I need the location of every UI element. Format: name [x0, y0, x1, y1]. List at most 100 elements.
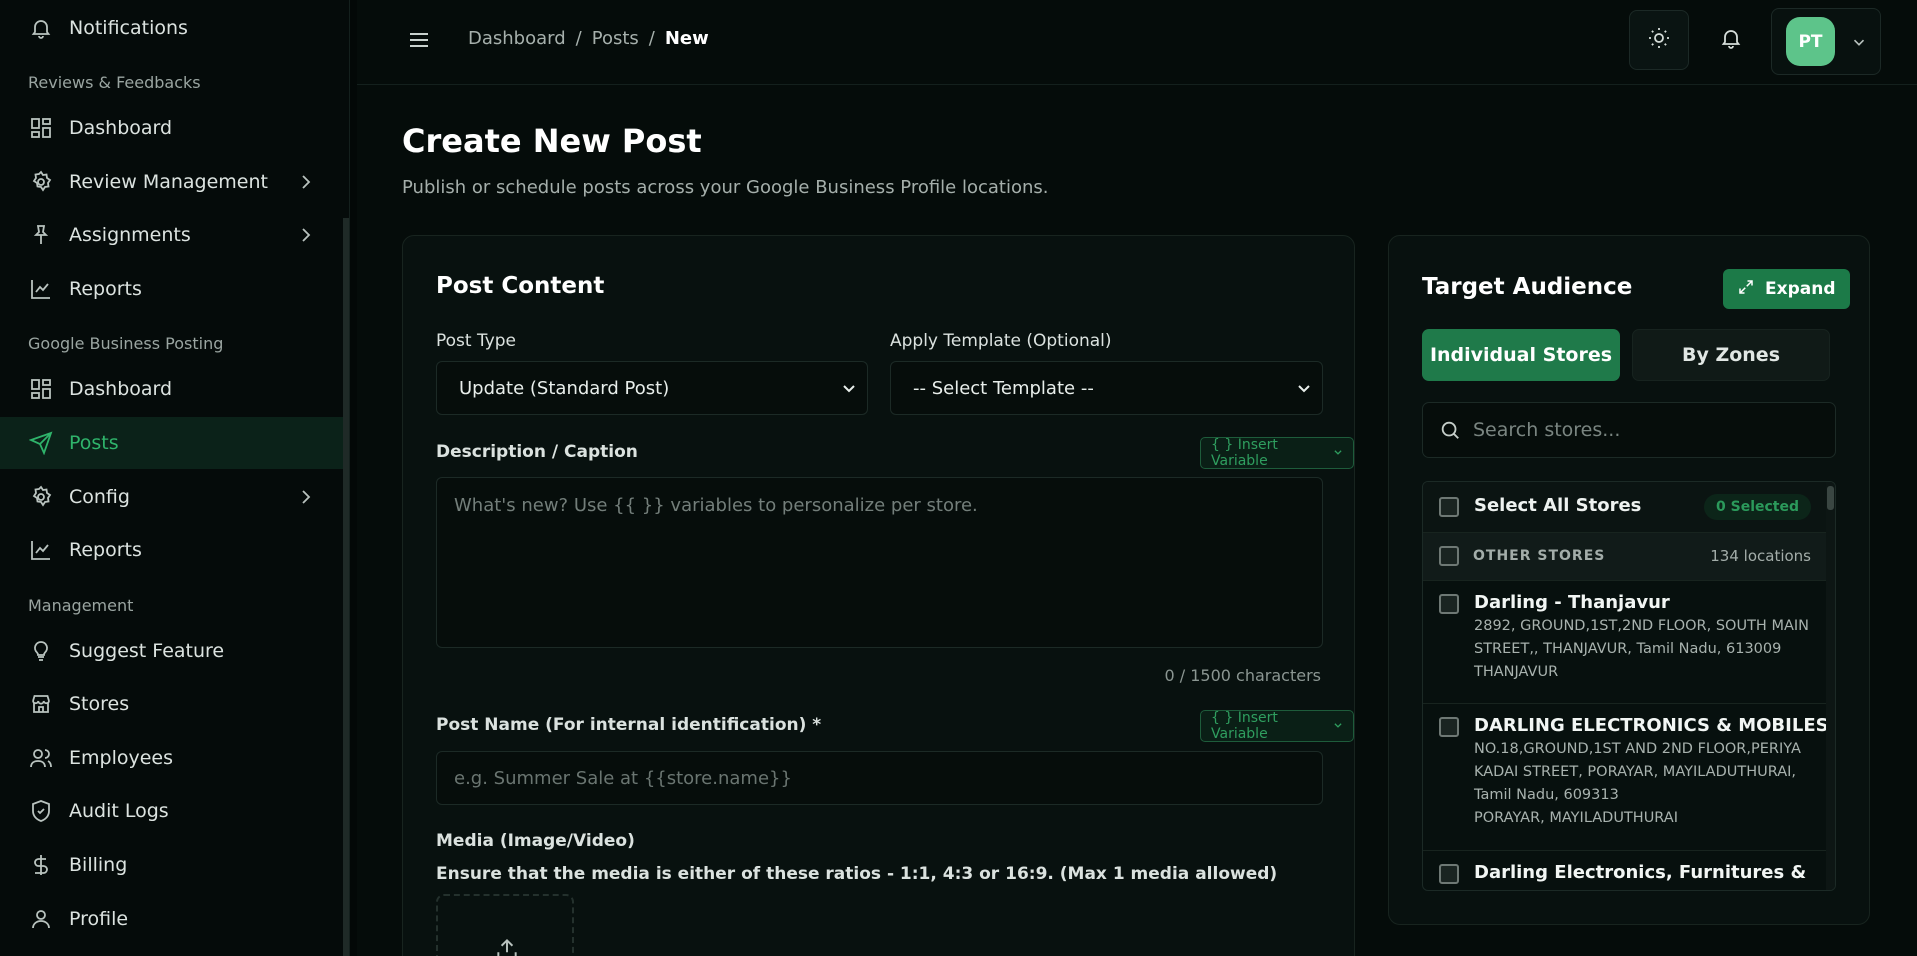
chart-icon [28, 537, 54, 563]
bell-icon [1719, 26, 1743, 54]
chevron-down-icon [841, 380, 857, 396]
section-label-management: Management [28, 596, 134, 615]
post-content-title: Post Content [436, 273, 605, 299]
avatar: PT [1786, 17, 1835, 66]
expand-label: Expand [1765, 279, 1836, 299]
insert-variable-label: { } Insert Variable [1211, 437, 1278, 469]
insert-variable-label: { } Insert Variable [1211, 710, 1278, 742]
sidebar-item-profile[interactable]: Profile [0, 893, 349, 945]
bell-icon [28, 15, 54, 41]
selected-count-badge: 0 Selected [1704, 494, 1811, 520]
gear-icon [28, 169, 54, 195]
group-checkbox[interactable] [1439, 546, 1459, 566]
sidebar-item-label: Billing [69, 854, 128, 876]
store-list-item[interactable]: Darling - Thanjavur 2892, GROUND,1ST,2ND… [1423, 581, 1835, 703]
lightbulb-icon [28, 638, 54, 664]
search-icon [1439, 419, 1461, 441]
sidebar-item-label: Employees [69, 747, 173, 769]
sidebar-item-audit-logs[interactable]: Audit Logs [0, 785, 349, 837]
template-label: Apply Template (Optional) [890, 331, 1112, 351]
chevron-right-icon [296, 225, 316, 245]
store-address-line: STREET,, THANJAVUR, Tamil Nadu, 613009 [1474, 641, 1782, 657]
sidebar-item-reports-google[interactable]: Reports [0, 524, 349, 576]
template-value: -- Select Template -- [913, 377, 1094, 399]
sidebar-item-stores[interactable]: Stores [0, 678, 349, 730]
chevron-down-icon [1296, 380, 1312, 396]
sidebar-item-dashboard-google[interactable]: Dashboard [0, 363, 349, 415]
sidebar-item-notifications[interactable]: Notifications [0, 2, 349, 54]
breadcrumb: Dashboard / Posts / New [468, 28, 709, 49]
hamburger-menu-icon[interactable] [407, 28, 431, 52]
store-search-input[interactable]: Search stores... [1422, 402, 1836, 458]
post-type-select[interactable]: Update (Standard Post) [436, 361, 868, 415]
scrollbar-thumb[interactable] [1827, 486, 1834, 510]
insert-variable-button[interactable]: { } Insert Variable [1200, 437, 1354, 469]
sidebar-item-review-management[interactable]: Review Management [0, 156, 349, 208]
store-name: Darling - Thanjavur [1474, 592, 1670, 613]
sidebar-scrollbar[interactable] [343, 218, 349, 956]
store-info: DARLING ELECTRONICS & MOBILES NO.18,GROU… [1474, 715, 1829, 830]
sidebar-item-config[interactable]: Config [0, 471, 349, 523]
sidebar-item-employees[interactable]: Employees [0, 732, 349, 784]
tab-individual-stores[interactable]: Individual Stores [1422, 329, 1620, 381]
store-list-item[interactable]: Darling Electronics, Furnitures & [1423, 851, 1835, 890]
users-icon [28, 745, 54, 771]
store-address: 2892, GROUND,1ST,2ND FLOOR, SOUTH MAIN S… [1474, 615, 1809, 684]
expand-button[interactable]: Expand [1723, 269, 1850, 309]
post-name-input[interactable]: e.g. Summer Sale at {{store.name}} [436, 751, 1323, 805]
sidebar-item-label: Config [69, 486, 130, 508]
sidebar: Notifications Reviews & Feedbacks Dashbo… [0, 0, 350, 956]
breadcrumb-dashboard[interactable]: Dashboard [468, 28, 566, 49]
store-checkbox[interactable] [1439, 864, 1459, 884]
chevron-down-icon [1333, 718, 1343, 734]
description-label: Description / Caption [436, 442, 638, 462]
theme-toggle-button[interactable] [1629, 10, 1689, 70]
sidebar-item-dashboard-reviews[interactable]: Dashboard [0, 102, 349, 154]
template-select[interactable]: -- Select Template -- [890, 361, 1323, 415]
sidebar-item-suggest-feature[interactable]: Suggest Feature [0, 625, 349, 677]
user-menu-button[interactable]: PT [1771, 8, 1881, 75]
chevron-right-icon [296, 487, 316, 507]
post-name-label: Post Name (For internal identification) … [436, 715, 822, 735]
sidebar-item-label: Profile [69, 908, 129, 930]
dollar-icon [28, 852, 54, 878]
store-address-line: KADAI STREET, PORAYAR, MAYILADUTHURAI, [1474, 764, 1797, 780]
store-checkbox[interactable] [1439, 594, 1459, 614]
select-all-checkbox[interactable] [1439, 497, 1459, 517]
group-header-row[interactable]: OTHER STORES 134 locations [1423, 533, 1835, 580]
store-list-item[interactable]: DARLING ELECTRONICS & MOBILES NO.18,GROU… [1423, 704, 1835, 850]
insert-variable-button[interactable]: { } Insert Variable [1200, 710, 1354, 742]
sidebar-item-label: Audit Logs [69, 800, 169, 822]
tab-by-zones[interactable]: By Zones [1632, 329, 1830, 381]
sidebar-item-label: Dashboard [69, 378, 173, 400]
sidebar-item-assignments[interactable]: Assignments [0, 209, 349, 261]
notifications-button[interactable] [1713, 22, 1749, 58]
search-placeholder: Search stores... [1473, 419, 1621, 441]
breadcrumb-posts[interactable]: Posts [592, 28, 639, 49]
sidebar-item-posts[interactable]: Posts [0, 417, 349, 469]
sidebar-item-label: Reports [69, 539, 142, 561]
page-title: Create New Post [402, 122, 702, 160]
app-root: Notifications Reviews & Feedbacks Dashbo… [0, 0, 1917, 956]
breadcrumb-current: New [664, 28, 709, 49]
select-all-row[interactable]: Select All Stores 0 Selected [1423, 482, 1835, 532]
media-hint: Ensure that the media is either of these… [436, 864, 1278, 884]
description-textarea[interactable]: What's new? Use {{ }} variables to perso… [436, 477, 1323, 648]
sidebar-item-billing[interactable]: Billing [0, 839, 349, 891]
sidebar-item-reports-reviews[interactable]: Reports [0, 263, 349, 315]
store-info: Darling - Thanjavur 2892, GROUND,1ST,2ND… [1474, 592, 1809, 684]
store-list: Select All Stores 0 Selected OTHER STORE… [1422, 481, 1836, 891]
store-address-line: PORAYAR, MAYILADUTHURAI [1474, 810, 1678, 826]
select-all-label: Select All Stores [1474, 495, 1642, 516]
sidebar-item-label: Suggest Feature [69, 640, 225, 662]
breadcrumb-separator: / [648, 28, 655, 49]
section-label-google: Google Business Posting [28, 334, 224, 353]
chevron-down-icon [1333, 445, 1343, 461]
dashboard-icon [28, 376, 54, 402]
store-checkbox[interactable] [1439, 717, 1459, 737]
char-counter: 0 / 1500 characters [1164, 666, 1322, 685]
sidebar-item-label: Reports [69, 278, 142, 300]
media-upload-dropzone[interactable] [436, 894, 574, 956]
gear-icon [28, 484, 54, 510]
store-list-scrollbar[interactable] [1826, 482, 1835, 890]
